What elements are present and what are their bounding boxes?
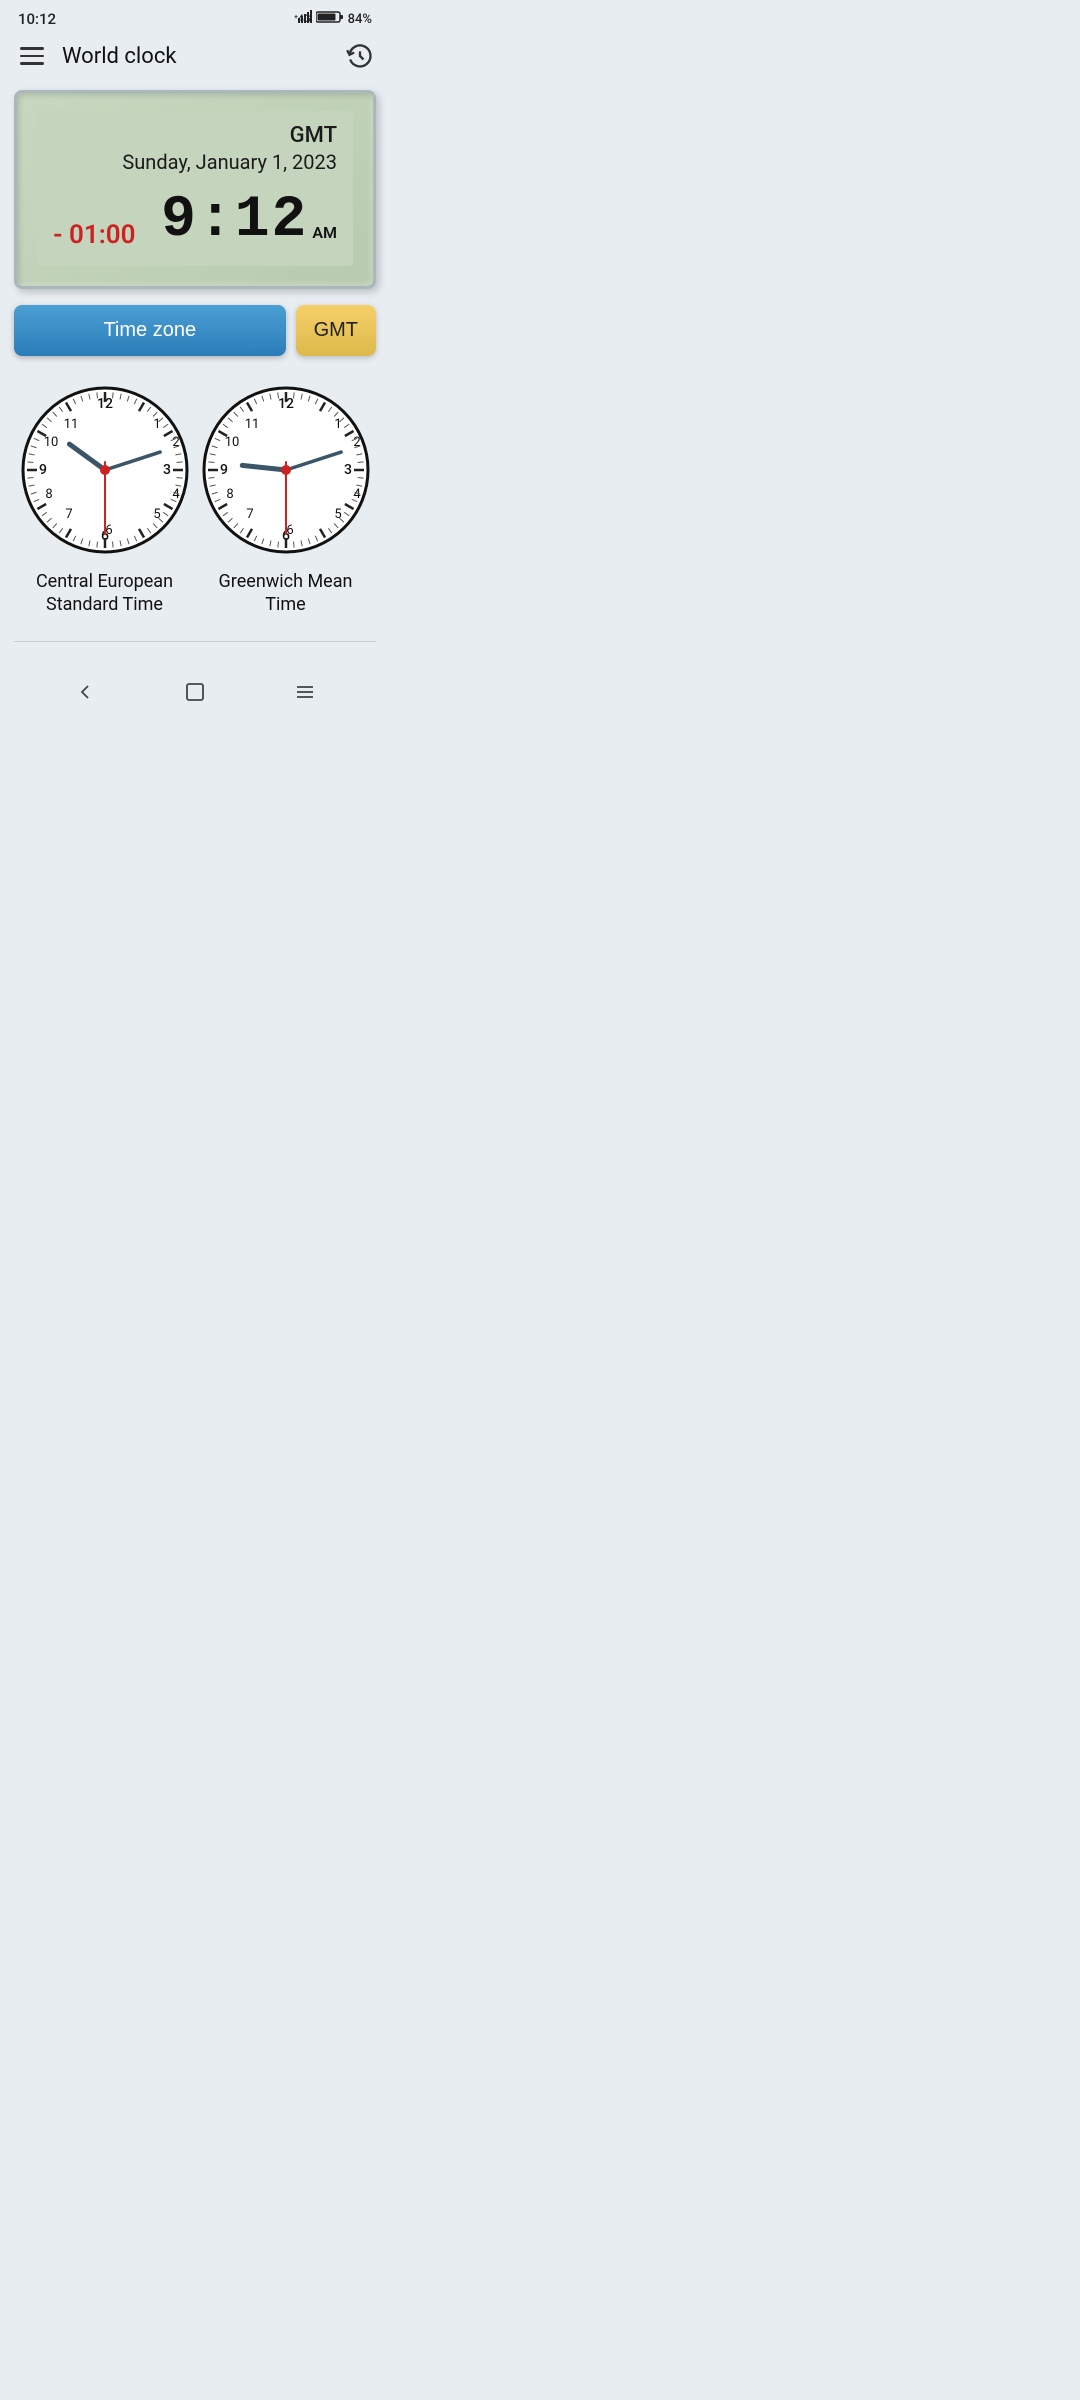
svg-text:6: 6 <box>286 523 293 538</box>
bottom-nav <box>0 656 390 726</box>
status-icons: ⁺4G 84% <box>294 10 372 28</box>
svg-text:1: 1 <box>153 417 160 432</box>
analog-clock-gmt: 12 3 6 9 1 2 4 5 6 7 8 10 11 <box>202 386 370 554</box>
clocks-section: 12 3 6 9 1 2 4 5 6 7 8 10 11 <box>10 386 380 617</box>
svg-text:2: 2 <box>172 435 179 450</box>
battery-percent: 84% <box>348 12 372 27</box>
clock-ampm: AM <box>312 223 337 242</box>
divider <box>14 641 376 642</box>
svg-text:4: 4 <box>353 487 361 502</box>
buttons-row: Time zone GMT <box>14 305 376 356</box>
page-title: World clock <box>62 44 346 69</box>
clock-date: Sunday, January 1, 2023 <box>53 150 337 174</box>
clock-digits: 9:12 <box>161 192 308 250</box>
menu-icon[interactable] <box>16 43 48 69</box>
status-bar: 10:12 ⁺4G 84% <box>0 0 390 34</box>
svg-text:9: 9 <box>39 462 47 478</box>
svg-text:10: 10 <box>224 435 239 450</box>
clock-item-gmt: 12 3 6 9 1 2 4 5 6 7 8 10 11 <box>195 386 376 617</box>
battery-icon <box>316 10 344 28</box>
gmt-button[interactable]: GMT <box>296 305 376 356</box>
signal-icon: ⁺4G <box>294 10 312 28</box>
status-time: 10:12 <box>18 10 56 28</box>
history-icon[interactable] <box>346 42 374 70</box>
svg-text:3: 3 <box>163 462 171 478</box>
clock-timezone: GMT <box>53 123 337 148</box>
svg-text:11: 11 <box>63 417 78 432</box>
top-bar: World clock <box>0 34 390 82</box>
clock-item-cest: 12 3 6 9 1 2 4 5 6 7 8 10 11 <box>14 386 195 617</box>
clock-offset: - 01:00 <box>53 220 136 250</box>
svg-text:3: 3 <box>344 462 352 478</box>
svg-text:1: 1 <box>334 417 341 432</box>
clock-label-gmt: Greenwich Mean Time <box>206 570 366 617</box>
svg-text:11: 11 <box>244 417 259 432</box>
recents-button[interactable] <box>287 674 323 710</box>
home-button[interactable] <box>177 674 213 710</box>
back-button[interactable] <box>67 674 103 710</box>
svg-text:7: 7 <box>65 507 72 522</box>
svg-text:2: 2 <box>353 435 360 450</box>
clock-digital-time: 9:12 AM <box>161 192 337 250</box>
clock-label-cest: Central European Standard Time <box>25 570 185 617</box>
svg-text:7: 7 <box>246 507 253 522</box>
svg-text:9: 9 <box>220 462 228 478</box>
svg-text:8: 8 <box>45 487 52 502</box>
svg-text:4: 4 <box>172 487 180 502</box>
svg-text:10: 10 <box>43 435 58 450</box>
clock-display: GMT Sunday, January 1, 2023 - 01:00 9:12… <box>14 90 376 289</box>
svg-text:8: 8 <box>226 487 233 502</box>
svg-text:6: 6 <box>105 523 112 538</box>
timezone-button[interactable]: Time zone <box>14 305 286 356</box>
analog-clock-cest: 12 3 6 9 1 2 4 5 6 7 8 10 11 <box>21 386 189 554</box>
